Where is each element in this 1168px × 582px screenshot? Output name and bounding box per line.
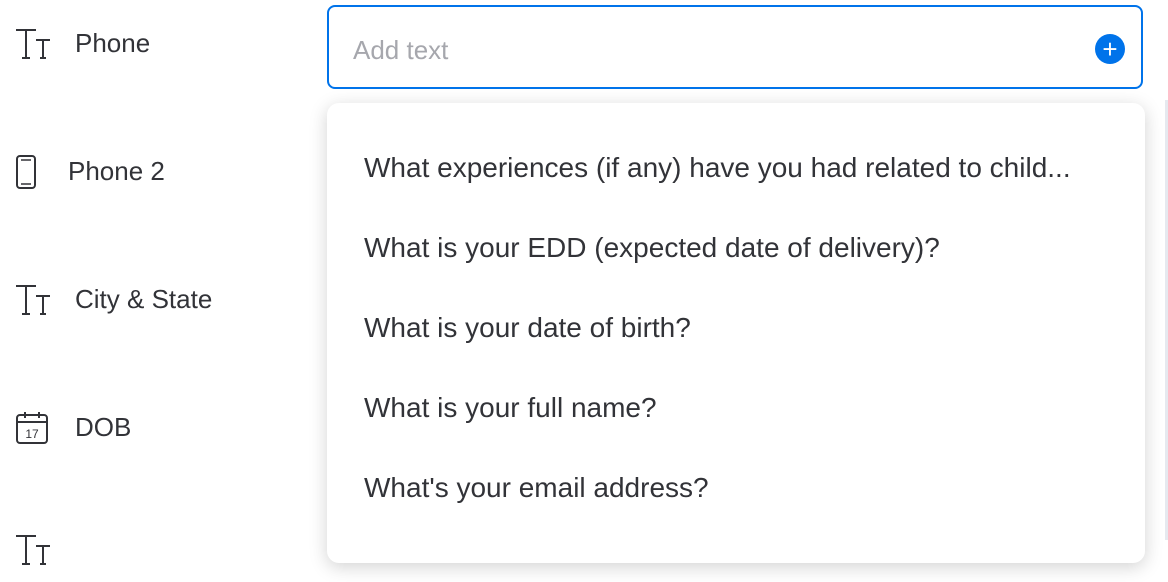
add-text-input[interactable] — [351, 27, 1075, 73]
field-row-partial[interactable] — [0, 522, 300, 582]
question-search-field[interactable]: + — [327, 5, 1143, 89]
field-row-phone[interactable]: Phone — [0, 14, 300, 74]
text-type-icon — [14, 26, 54, 62]
field-row-phone-2[interactable]: Phone 2 — [0, 142, 300, 202]
dropdown-option[interactable]: What is your date of birth? — [364, 303, 1124, 353]
calendar-icon-day: 17 — [25, 427, 39, 441]
add-button[interactable]: + — [1095, 34, 1125, 64]
field-label-phone: Phone — [75, 28, 151, 58]
dropdown-option[interactable]: What experiences (if any) have you had r… — [364, 143, 1124, 193]
dropdown-option[interactable]: What is your full name? — [364, 383, 1124, 433]
dropdown-option-partial[interactable] — [364, 103, 1124, 115]
field-label-city-state: City & State — [75, 284, 213, 314]
field-row-dob[interactable]: 17 DOB — [0, 398, 300, 458]
mobile-phone-icon — [14, 154, 38, 190]
calendar-icon: 17 — [14, 410, 50, 446]
field-label-phone-2: Phone 2 — [68, 156, 165, 186]
field-row-city-state[interactable]: City & State — [0, 270, 300, 330]
suggestions-dropdown[interactable]: What experiences (if any) have you had r… — [327, 103, 1145, 563]
text-type-icon — [14, 282, 54, 318]
plus-icon: + — [1102, 34, 1118, 64]
text-type-icon — [14, 532, 54, 568]
dropdown-option[interactable]: What is your EDD (expected date of deliv… — [364, 223, 1124, 273]
field-label-dob: DOB — [75, 412, 132, 442]
dropdown-option[interactable]: What's your email address? — [364, 463, 1124, 513]
